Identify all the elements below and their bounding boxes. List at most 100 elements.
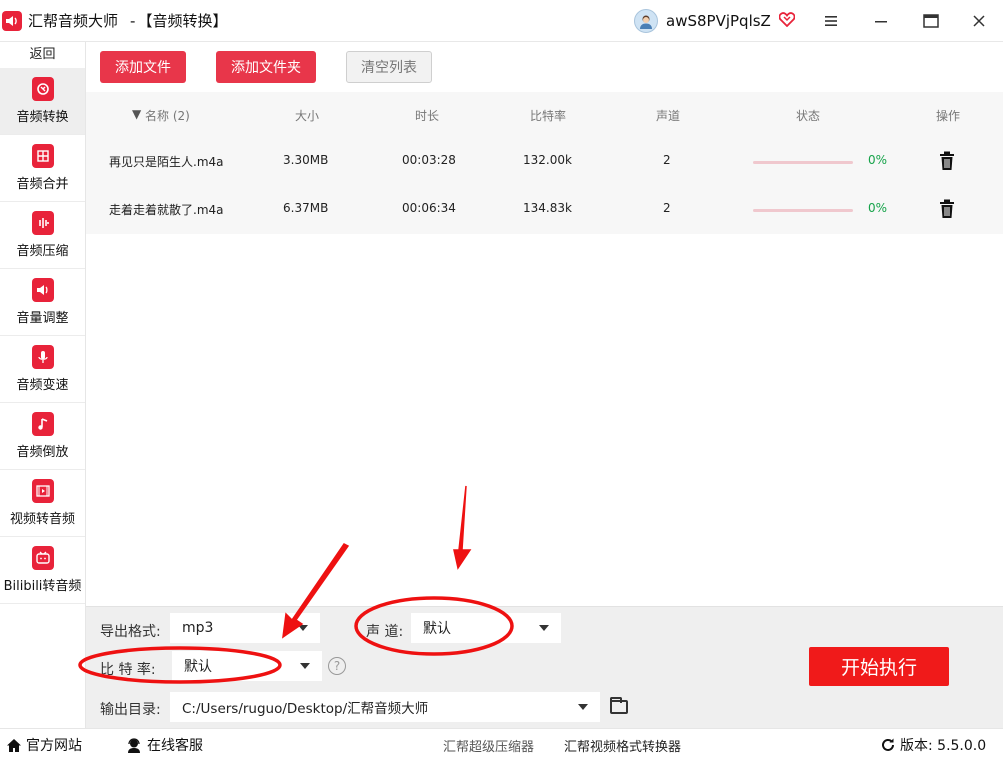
sidebar-item-speed[interactable]: 音频变速 [0,336,85,403]
file-bitrate: 132.00k [523,153,572,167]
output-dir-label: 输出目录: [100,702,161,718]
bitrate-label: 比 特 率: [100,662,156,678]
format-select[interactable]: mp3 [170,613,320,643]
column-header-status: 状态 [796,109,821,123]
format-value: mp3 [182,620,214,636]
table-row[interactable]: 走着走着就散了.m4a 6.37MB 00:06:34 134.83k 2 0% [86,186,1003,234]
module-title: 【音频转换】 [137,12,228,30]
user-area[interactable]: awS8PVjPqlsZ [634,9,796,33]
sidebar-item-bilibili[interactable]: Bilibili转音频 [0,537,85,604]
table-header: ▼ 名称 (2) 大小 时长 比特率 声道 状态 操作 [86,92,1003,138]
official-website-link[interactable]: 官方网站 [6,735,82,755]
minimize-icon[interactable] [870,10,892,32]
sidebar-item-video-to-audio[interactable]: 视频转音频 [0,470,85,537]
file-size: 3.30MB [283,153,329,167]
help-icon[interactable]: ? [328,657,346,675]
file-size: 6.37MB [283,201,329,215]
add-folder-button[interactable]: 添加文件夹 [216,51,316,83]
sidebar-item-volume[interactable]: 音量调整 [0,269,85,336]
maximize-icon[interactable] [920,10,942,32]
file-duration: 00:06:34 [402,201,456,215]
channel-label: 声 道: [366,624,404,640]
chevron-down-icon [578,704,588,710]
channel-select[interactable]: 默认 [411,613,561,643]
progress-bar [753,209,853,212]
sidebar-item-label: 音量调整 [16,311,69,326]
sidebar: 返回 音频转换 音频合并 音频压缩 音量调整 音频变速 音频倒放 视频转音频 B… [0,42,86,728]
chevron-down-icon [300,663,310,669]
trash-icon[interactable] [938,151,956,171]
start-button[interactable]: 开始执行 [809,647,949,686]
column-header-action: 操作 [936,109,961,123]
output-dir-value: C:/Users/ruguo/Desktop/汇帮音频大师 [182,701,429,717]
avatar[interactable] [634,9,658,33]
column-header-duration[interactable]: 时长 [415,107,439,124]
file-name: 走着走着就散了.m4a [109,203,224,217]
tv-icon [31,546,54,570]
column-header-bitrate[interactable]: 比特率 [530,107,566,124]
column-header-size[interactable]: 大小 [295,107,319,124]
table-row[interactable]: 再见只是陌生人.m4a 3.30MB 00:03:28 132.00k 2 0% [86,138,1003,186]
file-duration: 00:03:28 [402,153,456,167]
back-button[interactable]: 返回 [0,42,85,68]
version-label: 版本: 5.5.0.0 [900,738,987,754]
toolbar: 添加文件 添加文件夹 清空列表 [86,42,1003,92]
app-name: 汇帮音频大师 [28,12,119,30]
username[interactable]: awS8PVjPqlsZ [666,12,771,30]
file-name: 再见只是陌生人.m4a [109,155,224,169]
super-compressor-link[interactable]: 汇帮超级压缩器 [443,736,534,755]
bitrate-select[interactable]: 默认 [172,651,322,681]
audio-merge-icon [31,144,54,168]
sort-arrow-icon[interactable]: ▼ [132,107,141,121]
title-bar: 汇帮音频大师 - 【音频转换】 awS8PVjPqlsZ [0,0,1003,42]
sidebar-item-reverse[interactable]: 音频倒放 [0,403,85,470]
file-channel: 2 [663,153,671,167]
menu-icon[interactable] [820,10,842,32]
progress-bar [753,161,853,164]
progress-percent: 0% [868,153,888,167]
column-header-name[interactable]: 名称 (2) [145,107,190,124]
headset-icon [128,737,140,753]
add-file-button[interactable]: 添加文件 [100,51,186,83]
sidebar-item-label: 音频合并 [16,177,69,192]
sidebar-item-label: 音频变速 [16,378,69,393]
audio-convert-icon [31,77,54,101]
title-separator: - [130,11,136,30]
chevron-down-icon [298,625,308,631]
version-info[interactable]: 版本: 5.5.0.0 [880,735,986,755]
microphone-icon [31,345,54,369]
video-converter-link[interactable]: 汇帮视频格式转换器 [564,736,681,755]
output-dir-select[interactable]: C:/Users/ruguo/Desktop/汇帮音频大师 [170,692,600,722]
trash-icon[interactable] [938,199,956,219]
online-support-link[interactable]: 在线客服 [126,735,203,755]
column-header-channel[interactable]: 声道 [656,107,680,124]
home-icon [7,738,21,752]
sidebar-item-label: 音频倒放 [16,445,69,460]
refresh-icon [882,738,894,751]
online-support-label: 在线客服 [147,738,203,754]
heart-vip-icon[interactable] [778,11,796,31]
sidebar-item-label: 视频转音频 [9,512,75,527]
file-bitrate: 134.83k [523,201,572,215]
close-icon[interactable] [968,10,990,32]
status-bar: 官方网站 在线客服 汇帮超级压缩器 汇帮视频格式转换器 版本: 5.5.0.0 [0,728,1003,757]
audio-compress-icon [31,211,54,235]
format-label: 导出格式: [100,624,161,640]
official-website-label: 官方网站 [26,738,82,754]
file-channel: 2 [663,201,671,215]
annotation-arrow [453,485,472,570]
sidebar-item-audio-compress[interactable]: 音频压缩 [0,202,85,269]
settings-panel: 导出格式: mp3 声 道: 默认 比 特 率: 默认 ? 输出目录: C:/U… [86,606,1003,728]
film-icon [31,479,54,503]
sidebar-item-label: 音频压缩 [16,244,69,259]
speaker-icon [2,10,22,31]
progress-percent: 0% [868,201,888,215]
sidebar-item-audio-convert[interactable]: 音频转换 [0,68,85,135]
folder-icon[interactable] [610,697,628,714]
clear-list-button[interactable]: 清空列表 [346,51,432,83]
sidebar-item-audio-merge[interactable]: 音频合并 [0,135,85,202]
channel-value: 默认 [423,621,451,637]
sidebar-item-label: 音频转换 [16,110,69,125]
music-note-icon [31,412,54,436]
sidebar-item-label: Bilibili转音频 [3,579,82,594]
